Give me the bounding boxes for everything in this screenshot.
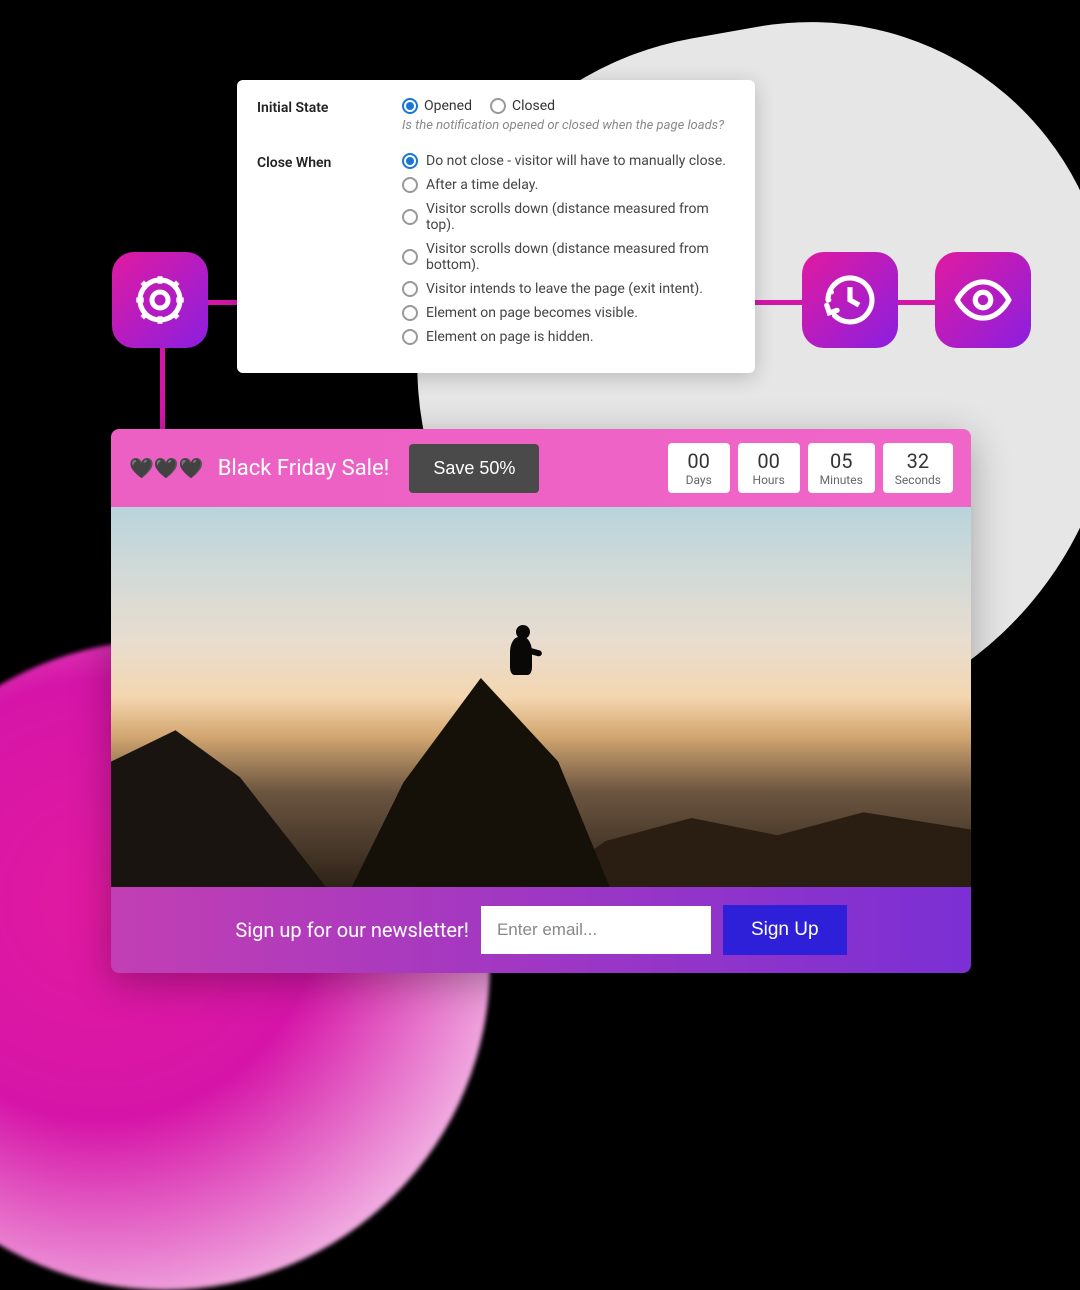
radio-icon [402, 153, 418, 169]
close-option-2[interactable]: Visitor scrolls down (distance measured … [402, 201, 735, 233]
close-option-0[interactable]: Do not close - visitor will have to manu… [402, 153, 735, 169]
connector-line [895, 300, 935, 305]
radio-icon [402, 329, 418, 345]
connector-vertical [160, 342, 165, 437]
email-input[interactable] [481, 906, 711, 954]
signup-button[interactable]: Sign Up [723, 905, 847, 955]
initial-state-label: Initial State [257, 98, 402, 147]
countdown-minutes: 05Minutes [808, 443, 875, 493]
radio-icon [402, 177, 418, 193]
person-silhouette [496, 619, 546, 689]
radio-opened[interactable]: Opened [402, 98, 472, 114]
newsletter-text: Sign up for our newsletter! [235, 918, 469, 942]
connector-line [752, 300, 802, 305]
save-button[interactable]: Save 50% [409, 444, 539, 493]
sale-title: Black Friday Sale! [218, 456, 390, 481]
radio-icon [402, 305, 418, 321]
close-option-5[interactable]: Element on page becomes visible. [402, 305, 735, 321]
preview-bottombar: Sign up for our newsletter! Sign Up [111, 887, 971, 973]
close-option-3[interactable]: Visitor scrolls down (distance measured … [402, 241, 735, 273]
countdown: 00Days 00Hours 05Minutes 32Seconds [668, 443, 953, 493]
preview-topbar: 🖤🖤🖤 Black Friday Sale! Save 50% 00Days 0… [111, 429, 971, 507]
countdown-days: 00Days [668, 443, 730, 493]
radio-closed[interactable]: Closed [490, 98, 555, 114]
radio-icon [490, 98, 506, 114]
initial-state-row: Initial State Opened Closed Is the notif… [257, 98, 735, 147]
countdown-seconds: 32Seconds [883, 443, 953, 493]
gear-icon[interactable] [112, 252, 208, 348]
radio-icon [402, 209, 418, 225]
close-when-row: Close When Do not close - visitor will h… [257, 153, 735, 353]
radio-icon [402, 249, 418, 265]
hero-image [111, 507, 971, 887]
settings-panel: Initial State Opened Closed Is the notif… [237, 80, 755, 373]
close-option-1[interactable]: After a time delay. [402, 177, 735, 193]
radio-icon [402, 98, 418, 114]
initial-state-hint: Is the notification opened or closed whe… [402, 118, 735, 133]
countdown-hours: 00Hours [738, 443, 800, 493]
hearts-icon: 🖤🖤🖤 [129, 456, 204, 480]
clock-history-icon[interactable] [802, 252, 898, 348]
close-when-label: Close When [257, 153, 402, 353]
eye-icon[interactable] [935, 252, 1031, 348]
close-option-6[interactable]: Element on page is hidden. [402, 329, 735, 345]
notification-preview: 🖤🖤🖤 Black Friday Sale! Save 50% 00Days 0… [111, 429, 971, 973]
radio-icon [402, 281, 418, 297]
close-option-4[interactable]: Visitor intends to leave the page (exit … [402, 281, 735, 297]
